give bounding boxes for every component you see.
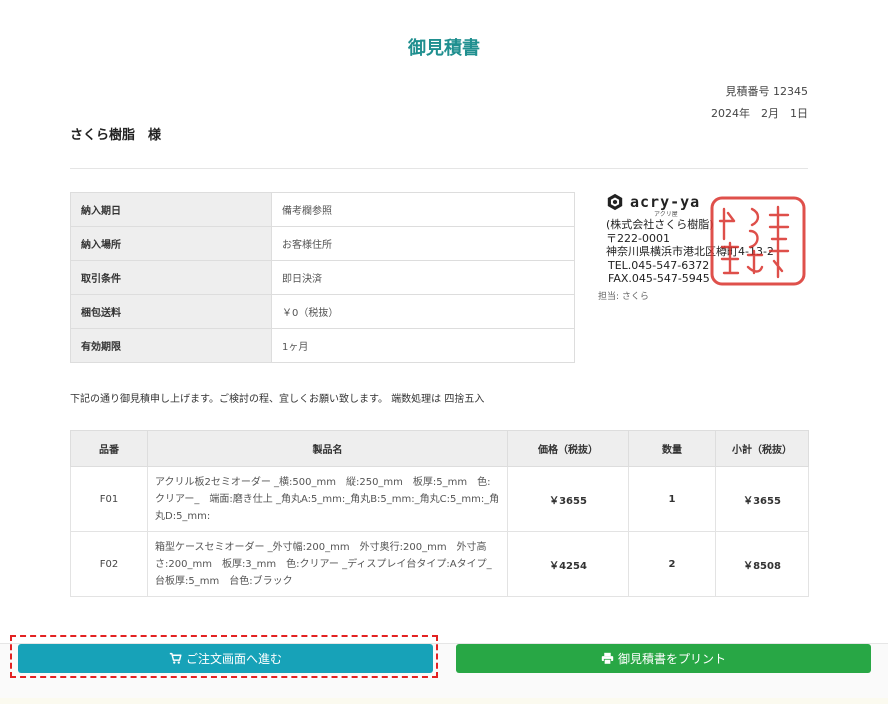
item-subtotal: ￥3655 bbox=[715, 466, 809, 532]
header-code: 品番 bbox=[70, 430, 148, 467]
print-icon bbox=[601, 652, 614, 665]
item-qty: 1 bbox=[628, 466, 716, 532]
highlight-box bbox=[10, 635, 438, 678]
table-row: F02 箱型ケースセミオーダー _外寸幅:200_mm 外寸奥行:200_mm … bbox=[70, 531, 809, 597]
info-value: 1ヶ月 bbox=[271, 328, 575, 363]
info-row: 納入期日 備考欄参照 bbox=[70, 192, 575, 227]
info-row: 有効期限 1ヶ月 bbox=[70, 328, 575, 363]
item-subtotal: ￥8508 bbox=[715, 531, 809, 597]
quote-note: 下記の通り御見積申し上げます。ご検討の程、宜しくお願い致します。 端数処理は 四… bbox=[70, 394, 485, 405]
info-label: 納入場所 bbox=[70, 226, 272, 261]
header-price: 価格（税抜） bbox=[507, 430, 629, 467]
info-label: 納入期日 bbox=[70, 192, 272, 227]
customer-name: さくら樹脂 様 bbox=[70, 128, 162, 143]
print-button[interactable]: 御見積書をプリント bbox=[456, 644, 871, 673]
header-product-name: 製品名 bbox=[147, 430, 508, 467]
item-qty: 2 bbox=[628, 531, 716, 597]
page-title: 御見積書 bbox=[408, 38, 480, 59]
info-value: ￥0（税抜） bbox=[271, 294, 575, 329]
item-code: F01 bbox=[70, 466, 148, 532]
item-price: ￥3655 bbox=[507, 466, 629, 532]
logo-mark-icon bbox=[607, 193, 623, 211]
company-seal-stamp bbox=[710, 196, 806, 286]
info-label: 有効期限 bbox=[70, 328, 272, 363]
divider bbox=[70, 168, 808, 169]
info-value: 備考欄参照 bbox=[271, 192, 575, 227]
header-qty: 数量 bbox=[628, 430, 716, 467]
items-table: 品番 製品名 価格（税抜） 数量 小計（税抜） F01 アクリル板2セミオーダー… bbox=[70, 430, 809, 597]
info-label: 取引条件 bbox=[70, 260, 272, 295]
quote-date: 2024年 2月 1日 bbox=[711, 107, 808, 120]
info-value: 即日決済 bbox=[271, 260, 575, 295]
footer-strip bbox=[0, 698, 888, 704]
print-button-label: 御見積書をプリント bbox=[617, 652, 726, 666]
person-in-charge: 担当: さくら bbox=[598, 292, 649, 302]
info-row: 取引条件 即日決済 bbox=[70, 260, 575, 295]
items-header-row: 品番 製品名 価格（税抜） 数量 小計（税抜） bbox=[70, 430, 809, 467]
info-row: 梱包送料 ￥0（税抜） bbox=[70, 294, 575, 329]
info-label: 梱包送料 bbox=[70, 294, 272, 329]
header-subtotal: 小計（税抜） bbox=[715, 430, 809, 467]
info-row: 納入場所 お客様住所 bbox=[70, 226, 575, 261]
quote-number: 見積番号 12345 bbox=[725, 85, 809, 98]
table-row: F01 アクリル板2セミオーダー _横:500_mm 縦:250_mm 板厚:5… bbox=[70, 466, 809, 532]
info-table: 納入期日 備考欄参照 納入場所 お客様住所 取引条件 即日決済 梱包送料 ￥0（… bbox=[70, 192, 575, 363]
item-price: ￥4254 bbox=[507, 531, 629, 597]
info-value: お客様住所 bbox=[271, 226, 575, 261]
item-name: アクリル板2セミオーダー _横:500_mm 縦:250_mm 板厚:5_mm … bbox=[147, 466, 508, 532]
item-code: F02 bbox=[70, 531, 148, 597]
item-name: 箱型ケースセミオーダー _外寸幅:200_mm 外寸奥行:200_mm 外寸高さ… bbox=[147, 531, 508, 597]
